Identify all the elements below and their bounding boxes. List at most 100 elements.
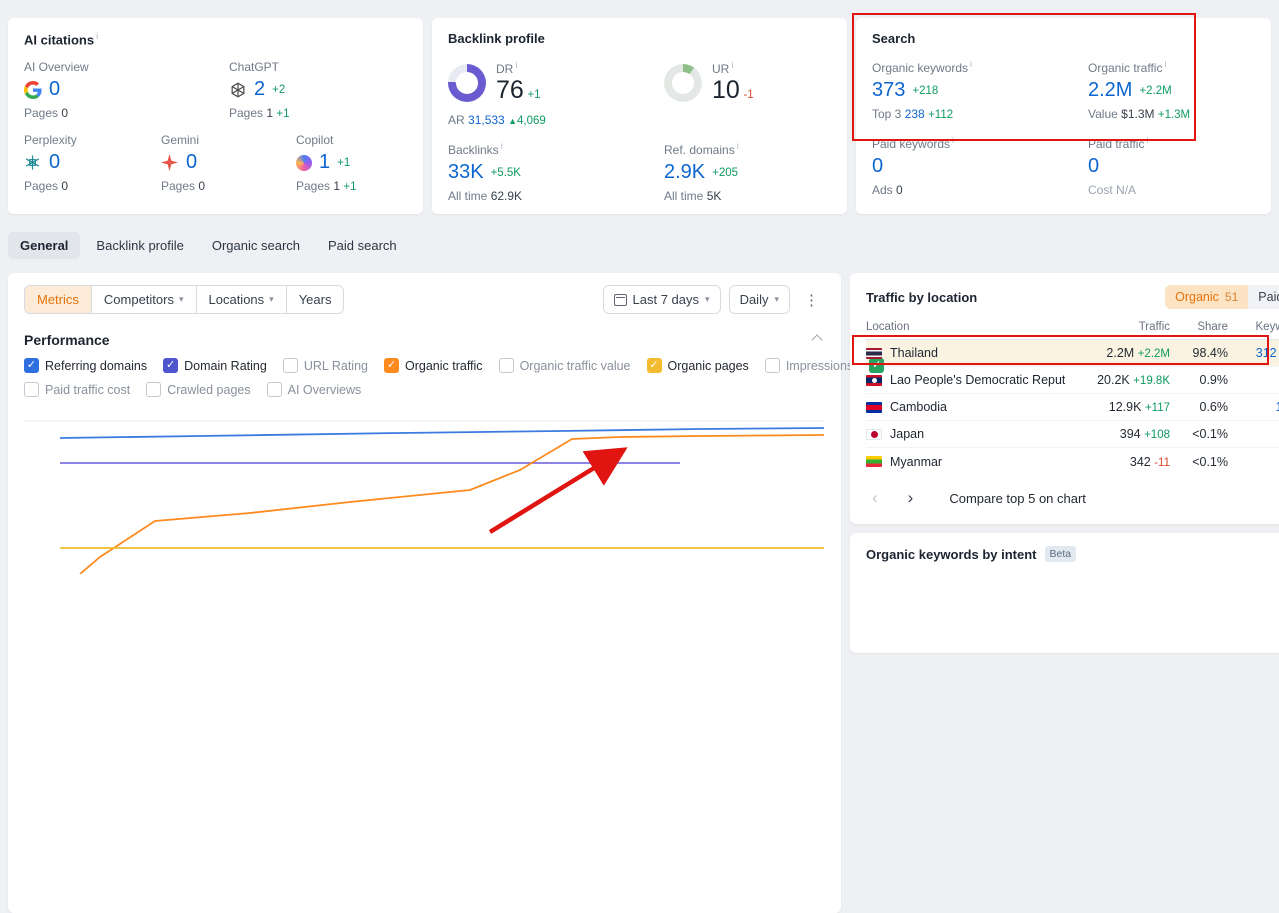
backlinks-row: Backlinks i 33K +5.5K All time 62.9K Ref. …	[448, 141, 831, 203]
checkbox[interactable]	[163, 358, 179, 373]
paid-traffic-label: Paid traffic	[1088, 137, 1145, 151]
traffic-change: +108	[1144, 429, 1170, 441]
collapse-chevron-icon[interactable]	[811, 334, 823, 346]
column-location[interactable]: Location	[866, 321, 1065, 333]
table-header: Location Traffic Share Keywords	[866, 321, 1279, 340]
beta-badge: Beta	[1044, 546, 1077, 562]
organic-keywords-by-intent-card: Organic keywords by intent Beta	[850, 533, 1279, 653]
checkbox[interactable]	[869, 358, 885, 373]
ref-domains-value[interactable]: 2.9K	[664, 161, 705, 184]
top-cards-row: AI citations i AI Overview 0 Pages 0 Chat…	[0, 0, 1279, 214]
chatgpt-label: ChatGPT	[229, 60, 280, 75]
metric-domain-rating[interactable]: Domain Rating	[163, 358, 267, 373]
gemini-value[interactable]: 0	[186, 151, 197, 174]
backlinks-change: +5.5K	[490, 166, 521, 179]
traffic-change: +2.2M	[1137, 348, 1170, 360]
info-icon: i	[952, 135, 955, 145]
metric-ai-overviews[interactable]: AI Overviews	[266, 382, 361, 397]
metric-url-rating[interactable]: URL Rating	[282, 358, 368, 373]
table-row-thailand[interactable]: Thailand 2.2M +2.2M 98.4% 312 +214	[866, 340, 1279, 367]
tab-general[interactable]: General	[8, 232, 81, 259]
chevron-down-icon: ▾	[269, 294, 274, 304]
organic-traffic-value[interactable]: 2.2M	[1088, 79, 1132, 102]
traffic-change: +19.8K	[1133, 375, 1170, 387]
locations-dropdown[interactable]: Locations ▾	[197, 286, 287, 313]
granularity-dropdown[interactable]: Daily ▾	[728, 285, 790, 314]
metric-organic-pages[interactable]: Organic pages	[646, 358, 749, 373]
ref-domains-label: Ref. domains	[664, 143, 735, 157]
top3-value[interactable]: 238	[905, 107, 925, 121]
checkbox[interactable]	[383, 358, 399, 373]
traffic-value: 20.2K	[1097, 373, 1130, 387]
metric-organic-traffic[interactable]: Organic traffic	[383, 358, 483, 373]
location-name: Myanmar	[890, 454, 943, 469]
tab-backlink-profile[interactable]: Backlink profile	[84, 232, 195, 259]
chatgpt-metric: ChatGPT 2 +2 Pages 1 +1	[229, 60, 407, 120]
metric-impressions[interactable]: Impressions	[764, 358, 853, 373]
column-share[interactable]: Share	[1170, 321, 1228, 333]
checkbox[interactable]	[24, 382, 39, 397]
metric-crawled-pages[interactable]: Crawled pages	[146, 382, 251, 397]
calendar-icon	[613, 293, 627, 306]
paid-toggle[interactable]: Paid0	[1248, 285, 1279, 309]
checkbox[interactable]	[146, 382, 162, 397]
date-range-dropdown[interactable]: Last 7 days ▾	[602, 285, 721, 314]
metric-checkboxes: Referring domains Domain Rating URL Rati…	[24, 358, 949, 397]
ref-domains-change: +205	[712, 166, 739, 179]
checkbox[interactable]	[266, 382, 282, 397]
tab-organic-search[interactable]: Organic search	[200, 232, 312, 259]
organic-keywords-value[interactable]: 373	[872, 79, 905, 102]
ar-value[interactable]: 31,533	[468, 113, 505, 127]
next-page-icon[interactable]: ›	[902, 488, 920, 508]
paid-keywords-value[interactable]: 0	[872, 155, 883, 178]
kebab-menu-icon[interactable]: ⋮	[798, 287, 825, 313]
copilot-value[interactable]: 1	[319, 151, 330, 174]
metric-organic-traffic-value[interactable]: Organic traffic value	[498, 358, 631, 373]
info-icon: i	[1164, 59, 1167, 69]
column-traffic[interactable]: Traffic	[1065, 321, 1170, 333]
checkbox[interactable]	[282, 358, 298, 373]
paid-traffic-value[interactable]: 0	[1088, 155, 1099, 178]
checkbox[interactable]	[646, 358, 662, 373]
tab-paid-search[interactable]: Paid search	[316, 232, 409, 259]
organic-paid-toggle: Organic51 Paid0	[1165, 285, 1279, 309]
backlinks-value[interactable]: 33K	[448, 161, 484, 184]
copilot-icon	[296, 154, 312, 171]
flag-myanmar-icon	[866, 456, 882, 467]
info-icon: i	[96, 31, 99, 41]
checkbox[interactable]	[498, 358, 514, 373]
prev-page-icon[interactable]: ‹	[866, 488, 884, 508]
column-keywords[interactable]: Keywords	[1228, 321, 1279, 333]
perplexity-value[interactable]: 0	[49, 151, 60, 174]
rating-row: DR i 76 +1 AR 31,533 ▲4,069 UR i 10 -1	[448, 60, 831, 127]
metric-paid-traffic-cost[interactable]: Paid traffic cost	[24, 382, 130, 397]
compare-top5-link[interactable]: Compare top 5 on chart	[949, 491, 1086, 506]
years-button[interactable]: Years	[287, 286, 344, 313]
checkbox[interactable]	[764, 358, 780, 373]
backlinks-metric: Backlinks i 33K +5.5K All time 62.9K	[448, 141, 664, 203]
chatgpt-pages: Pages 1 +1	[229, 106, 290, 121]
chatgpt-value[interactable]: 2	[254, 78, 265, 101]
location-name: Thailand	[890, 346, 938, 360]
line-chart[interactable]	[24, 409, 829, 575]
table-row-laos[interactable]: Lao People's Democratic Reput 20.2K +19.…	[866, 367, 1279, 394]
toolbar-right: Last 7 days ▾ Daily ▾ ⋮	[602, 285, 825, 314]
info-icon: i	[731, 60, 734, 70]
checkbox[interactable]	[24, 358, 39, 373]
keywords-link[interactable]: 16	[1275, 400, 1279, 414]
ai-overview-value[interactable]: 0	[49, 78, 60, 101]
table-row-cambodia[interactable]: Cambodia 12.9K +117 0.6% 16 +5	[866, 394, 1279, 421]
info-icon: i	[970, 59, 973, 69]
copilot-change: +1	[337, 156, 351, 169]
competitors-dropdown[interactable]: Competitors ▾	[92, 286, 197, 313]
metric-referring-domains[interactable]: Referring domains	[24, 358, 147, 373]
table-row-japan[interactable]: Japan 394 +108 <0.1% 5 +3	[866, 421, 1279, 448]
chevron-down-icon: ▾	[774, 294, 779, 304]
keywords-link[interactable]: 312	[1256, 346, 1277, 360]
ai-overview-label: AI Overview	[24, 60, 89, 75]
organic-toggle[interactable]: Organic 51	[1165, 285, 1249, 309]
table-row-myanmar[interactable]: Myanmar 342 -11 <0.1% 3	[866, 448, 1279, 475]
chatgpt-change: +2	[272, 83, 286, 96]
flag-cambodia-icon	[866, 401, 882, 413]
metrics-button[interactable]: Metrics	[25, 286, 92, 313]
